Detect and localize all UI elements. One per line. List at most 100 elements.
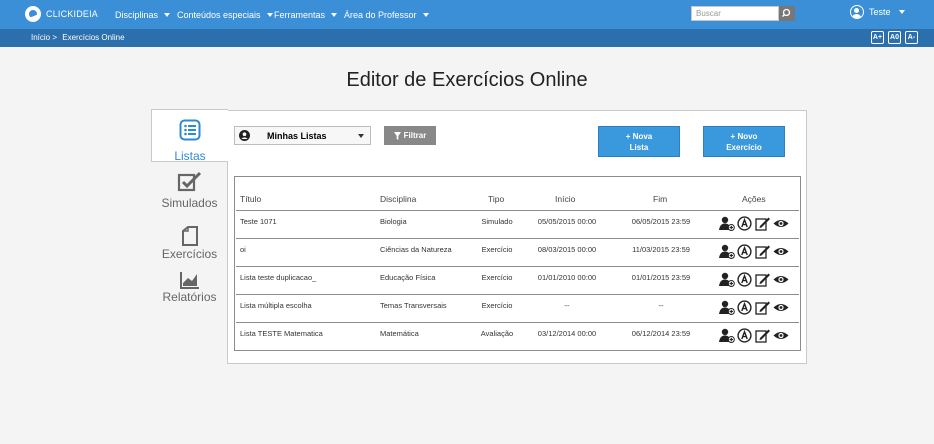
column-header: Início: [555, 194, 576, 204]
edit-icon[interactable]: [755, 244, 770, 259]
new-list-button[interactable]: + Nova Lista: [598, 126, 680, 157]
row-divider: [236, 294, 799, 295]
cell-disciplina: Ciências da Natureza: [380, 245, 452, 254]
answer-key-icon[interactable]: [737, 300, 752, 315]
cell-tipo: Exercício: [481, 245, 513, 254]
cell-tipo: Exercício: [481, 273, 513, 282]
logo-icon: [25, 6, 41, 22]
view-icon[interactable]: [773, 244, 789, 259]
menu-conteudos-especiais[interactable]: Conteúdos especiais: [177, 0, 273, 29]
cell-fim: 11/03/2015 23:59: [632, 245, 690, 254]
filter-label: Filtrar: [403, 131, 427, 140]
row-actions: [719, 244, 789, 259]
view-icon[interactable]: [773, 272, 789, 287]
cell-fim: 06/05/2015 23:59: [631, 217, 691, 226]
checkbox-checked-icon: [177, 171, 201, 192]
cell-inicio: 03/12/2014 00:00: [537, 329, 597, 338]
menu-label: Disciplinas: [115, 9, 159, 20]
view-icon[interactable]: [773, 328, 789, 343]
cell-disciplina: Educação Física: [380, 273, 436, 282]
cell-titulo: Lista múltipla escolha: [240, 301, 312, 310]
row-actions: [719, 272, 789, 287]
cell-inicio: 08/03/2015 00:00: [537, 245, 597, 254]
view-icon[interactable]: [773, 216, 789, 231]
menu-ferramentas[interactable]: Ferramentas: [274, 0, 338, 29]
edit-icon[interactable]: [755, 272, 770, 287]
breadcrumb-bar: Início > Exercícios Online: [0, 29, 934, 47]
tab-label: Listas: [174, 149, 206, 163]
user-menu[interactable]: Teste: [850, 5, 905, 19]
answer-key-icon[interactable]: [737, 244, 752, 259]
row-actions: [719, 328, 789, 343]
list-filter-select[interactable]: Minhas Listas: [234, 126, 371, 145]
cell-inicio: --: [564, 301, 570, 310]
increase-font-button[interactable]: A+: [871, 31, 884, 44]
cell-disciplina: Biologia: [380, 217, 407, 226]
tab-simulados[interactable]: Simulados: [151, 171, 228, 210]
button-label-line2: Exercício: [726, 142, 762, 152]
user-avatar-icon: [850, 5, 864, 19]
assign-user-icon[interactable]: [719, 300, 735, 315]
edit-icon[interactable]: [755, 300, 770, 315]
row-actions: [719, 216, 789, 231]
cell-titulo: Lista teste duplicacao_: [240, 273, 317, 282]
menu-area-do-professor[interactable]: Área do Professor: [344, 0, 429, 29]
list-icon: [179, 119, 201, 141]
column-header: Disciplina: [380, 194, 417, 204]
assign-user-icon[interactable]: [719, 244, 735, 259]
breadcrumb-home[interactable]: Início: [31, 33, 50, 42]
decrease-font-button[interactable]: A-: [905, 31, 918, 44]
chevron-down-icon: [266, 12, 273, 17]
reset-font-button[interactable]: A0: [888, 31, 901, 44]
row-divider: [236, 210, 799, 211]
cell-tipo: Simulado: [481, 217, 513, 226]
column-header: Tipo: [488, 194, 505, 204]
line-chart-icon: [179, 272, 199, 289]
assign-user-icon[interactable]: [719, 272, 735, 287]
assign-user-icon[interactable]: [719, 328, 735, 343]
cell-titulo: Teste 1071: [240, 217, 277, 226]
lists-table: Título Disciplina Tipo Início Fim Ações …: [234, 176, 801, 351]
brand-logo[interactable]: CLICKIDEIA: [25, 6, 98, 22]
select-value: Minhas Listas: [267, 130, 327, 141]
new-exercise-button[interactable]: + Novo Exercício: [703, 126, 785, 157]
top-navbar: CLICKIDEIA Disciplinas Conteúdos especia…: [0, 0, 934, 29]
answer-key-icon[interactable]: [737, 328, 752, 343]
tab-relatorios[interactable]: Relatórios: [151, 271, 228, 304]
view-icon[interactable]: [773, 300, 789, 315]
button-label-line2: Lista: [629, 142, 649, 152]
edit-icon[interactable]: [755, 328, 770, 343]
menu-label: Área do Professor: [344, 9, 417, 20]
search-input[interactable]: Buscar: [691, 6, 779, 21]
menu-disciplinas[interactable]: Disciplinas: [115, 0, 171, 29]
edit-icon[interactable]: [755, 216, 770, 231]
cell-fim: 06/12/2014 23:59: [631, 329, 691, 338]
answer-key-icon[interactable]: [737, 216, 752, 231]
assign-user-icon[interactable]: [719, 216, 735, 231]
cell-inicio: 01/01/2010 00:00: [537, 273, 597, 282]
cell-disciplina: Temas Transversais: [380, 301, 447, 310]
tab-listas[interactable]: Listas: [151, 109, 228, 163]
chevron-down-icon: [422, 12, 429, 17]
cell-titulo: Lista TESTE Matematica: [240, 329, 323, 338]
filter-button[interactable]: Filtrar: [384, 126, 436, 145]
button-label-line1: + Novo: [730, 131, 758, 141]
cell-tipo: Avaliação: [480, 329, 514, 338]
tab-label: Exercícios: [161, 247, 218, 261]
row-divider: [236, 238, 799, 239]
document-icon: [181, 226, 198, 246]
breadcrumb: Início > Exercícios Online: [31, 33, 125, 42]
chevron-down-icon: [358, 134, 364, 138]
column-header: Fim: [653, 194, 668, 204]
tab-exercicios[interactable]: Exercícios: [151, 226, 228, 261]
answer-key-icon[interactable]: [737, 272, 752, 287]
breadcrumb-separator: >: [52, 33, 58, 42]
column-header: Ações: [742, 194, 766, 204]
user-circle-icon: [239, 130, 250, 141]
search-button[interactable]: [779, 6, 795, 21]
chevron-down-icon: [331, 12, 338, 17]
user-name: Teste: [869, 7, 891, 17]
funnel-icon: [393, 131, 401, 140]
cell-tipo: Exercício: [481, 301, 513, 310]
chevron-down-icon: [164, 12, 171, 17]
